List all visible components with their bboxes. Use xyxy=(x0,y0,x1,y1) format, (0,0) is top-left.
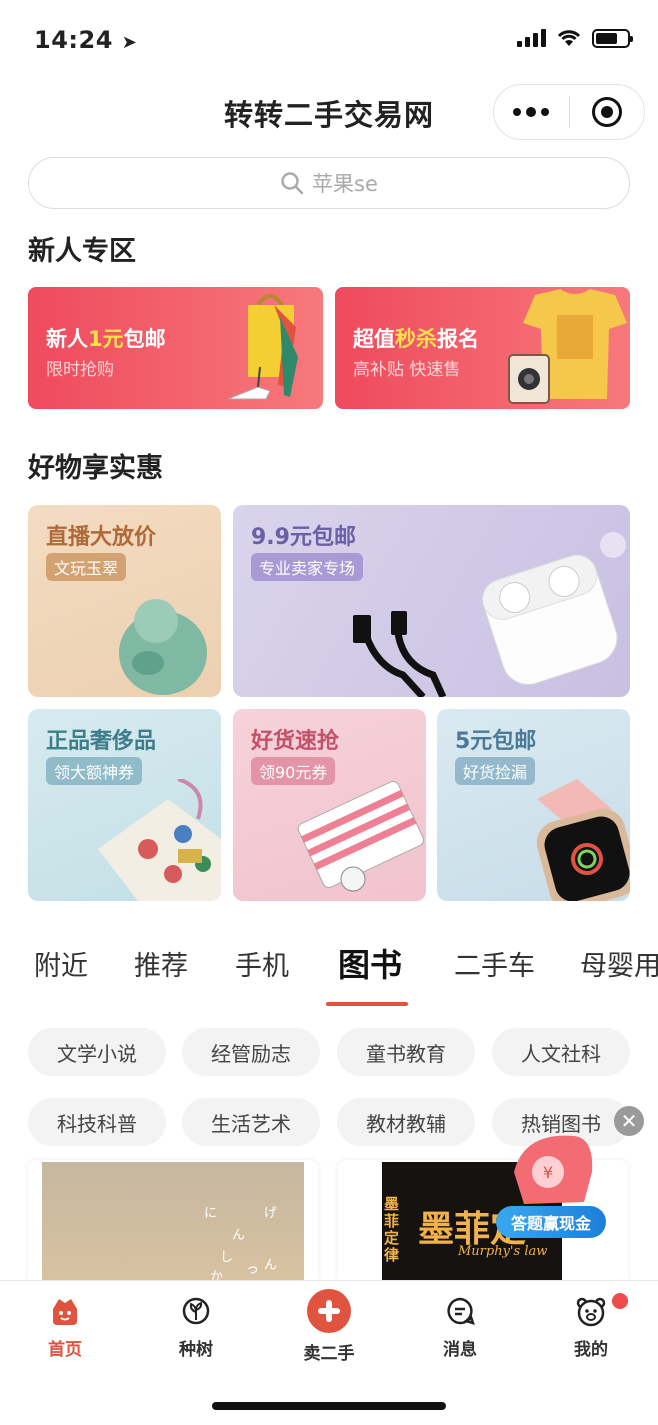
floral-bag-image xyxy=(98,779,221,901)
sprout-icon xyxy=(180,1295,212,1327)
card-title: 5元包邮 xyxy=(455,729,537,754)
nav-label: 我的 xyxy=(574,1340,608,1360)
card-luxury[interactable]: 正品奢侈品 领大额神券 xyxy=(28,709,221,901)
tab-nearby[interactable]: 附近 xyxy=(34,944,88,983)
smartwatch-image xyxy=(536,779,630,901)
nav-messages[interactable]: 消息 xyxy=(415,1293,505,1360)
card-live-sale[interactable]: 直播大放价 文玩玉翠 xyxy=(28,505,221,697)
money-bill-icon: ¥ xyxy=(514,1135,593,1204)
message-icon xyxy=(444,1295,476,1327)
close-miniprogram-button[interactable] xyxy=(570,85,645,139)
category-tabs: 附近 推荐 手机 图书 二手车 母婴用 xyxy=(0,940,658,1010)
card-5-yuan-shipping[interactable]: 5元包邮 好货捡漏 xyxy=(437,709,630,901)
nav-label: 首页 xyxy=(48,1340,82,1360)
home-face-icon xyxy=(49,1295,81,1327)
plus-icon xyxy=(307,1289,351,1333)
striped-bag-image xyxy=(297,780,425,892)
banner-title: 超值秒杀报名 xyxy=(353,327,479,351)
banner-newcomer-free-shipping[interactable]: 新人1元包邮 限时抢购 xyxy=(28,287,323,409)
wifi-icon xyxy=(557,30,581,46)
location-arrow-icon: ➤ xyxy=(121,32,138,53)
tshirt-camera-image xyxy=(508,289,627,404)
product-card[interactable]: に ん げ ん し っ か xyxy=(28,1160,318,1280)
target-icon xyxy=(591,97,622,127)
card-badge: 文玩玉翠 xyxy=(46,553,127,581)
miniprogram-capsule xyxy=(493,84,645,140)
svg-text:¥: ¥ xyxy=(543,1163,553,1182)
airpods-cable-image xyxy=(353,532,626,697)
chip-literature[interactable]: 文学小说 xyxy=(28,1028,166,1076)
banner-subtitle: 限时抢购 xyxy=(46,360,114,380)
more-dots-icon xyxy=(513,106,550,117)
banner-title: 新人1元包邮 xyxy=(46,327,166,351)
notification-dot xyxy=(612,1293,628,1309)
cellular-signal-icon xyxy=(517,29,546,47)
nav-label: 种树 xyxy=(179,1340,213,1360)
nav-sell[interactable]: 卖二手 xyxy=(284,1289,374,1364)
section-title-deals: 好物享实惠 xyxy=(28,453,163,484)
section-title-newcomer: 新人专区 xyxy=(28,236,136,267)
card-title: 好货速抢 xyxy=(251,729,340,754)
handbag-heels-image xyxy=(227,294,298,400)
status-time: 14:24 ➤ xyxy=(34,26,138,54)
more-button[interactable] xyxy=(494,85,569,139)
battery-icon xyxy=(592,28,633,48)
tab-used-cars[interactable]: 二手车 xyxy=(454,944,535,983)
chip-science[interactable]: 科技科普 xyxy=(28,1098,166,1146)
active-tab-indicator xyxy=(326,1002,408,1006)
chip-childrens-education[interactable]: 童书教育 xyxy=(337,1028,475,1076)
tab-recommended[interactable]: 推荐 xyxy=(134,944,188,983)
home-indicator xyxy=(212,1402,446,1410)
nav-label: 卖二手 xyxy=(303,1344,355,1364)
bear-face-icon xyxy=(575,1295,607,1327)
card-9-9-free-shipping[interactable]: 9.9元包邮 专业卖家专场 xyxy=(233,505,630,697)
card-title: 直播大放价 xyxy=(46,525,157,550)
banner-flash-sale[interactable]: 超值秒杀报名 高补贴 快速售 xyxy=(335,287,630,409)
status-icons xyxy=(517,28,633,48)
card-title: 正品奢侈品 xyxy=(46,729,157,754)
quiz-badge-label: 答题赢现金 xyxy=(496,1206,606,1238)
jade-figurine-image xyxy=(119,599,207,695)
nav-home[interactable]: 首页 xyxy=(20,1293,110,1360)
nav-label: 消息 xyxy=(443,1340,477,1360)
chip-business[interactable]: 经管励志 xyxy=(182,1028,320,1076)
banner-subtitle: 高补贴 快速售 xyxy=(353,360,461,380)
chip-textbooks[interactable]: 教材教辅 xyxy=(337,1098,475,1146)
card-title: 9.9元包邮 xyxy=(251,525,356,550)
chip-humanities[interactable]: 人文社科 xyxy=(492,1028,630,1076)
search-placeholder: 苹果se xyxy=(312,172,378,196)
search-input[interactable]: 苹果se xyxy=(28,157,630,209)
tab-maternity[interactable]: 母婴用 xyxy=(580,944,658,983)
tab-books[interactable]: 图书 xyxy=(338,940,402,986)
tab-phones[interactable]: 手机 xyxy=(235,944,289,983)
chip-lifestyle-art[interactable]: 生活艺术 xyxy=(182,1098,320,1146)
book-cover-image: に ん げ ん し っ か xyxy=(42,1162,304,1280)
quiz-cash-promo[interactable]: ¥ 答题赢现金 xyxy=(496,1132,606,1250)
search-icon xyxy=(281,172,304,195)
close-icon[interactable]: ✕ xyxy=(614,1106,644,1136)
card-fast-grab[interactable]: 好货速抢 领90元券 xyxy=(233,709,426,901)
nav-plant-tree[interactable]: 种树 xyxy=(151,1293,241,1360)
